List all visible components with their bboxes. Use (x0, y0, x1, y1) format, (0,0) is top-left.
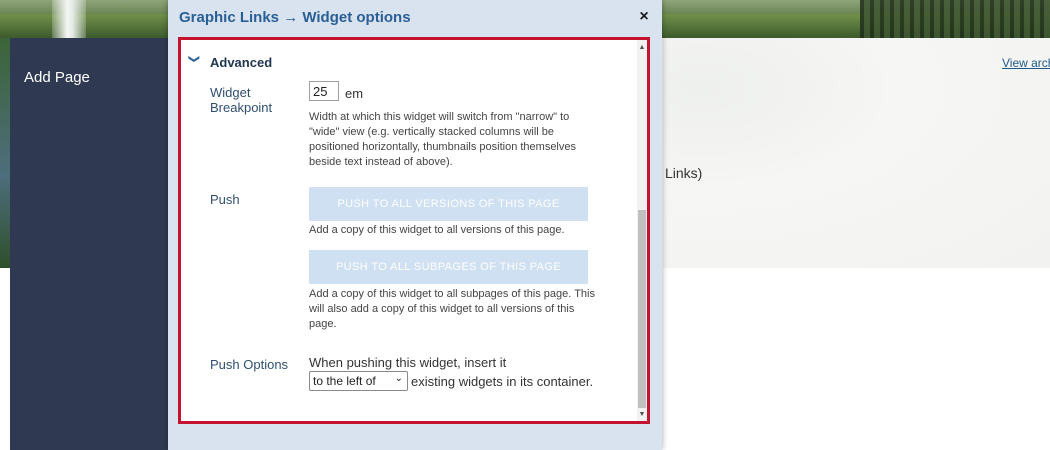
breakpoint-unit: em (345, 86, 364, 101)
push-position-value: to the left of (313, 374, 376, 388)
scrollbar-thumb[interactable] (638, 210, 646, 408)
section-title-advanced[interactable]: Advanced (210, 55, 272, 70)
sidebar: Add Page (10, 38, 168, 450)
page-content-background (663, 38, 1050, 268)
scroll-up-arrow-icon[interactable]: ▲ (637, 42, 647, 54)
banner-fountain (52, 0, 86, 38)
dialog-title: Graphic Links → Widget options (179, 9, 411, 26)
view-archive-link[interactable]: View arch (1002, 56, 1050, 70)
push-options-label: Push Options (210, 357, 289, 372)
scroll-down-arrow-icon[interactable]: ▼ (637, 409, 647, 421)
push-all-versions-button[interactable]: PUSH TO ALL VERSIONS OF THIS PAGE (309, 187, 588, 221)
panel-scrollbar[interactable]: ▲ ▼ (637, 40, 647, 421)
breakpoint-label: Widget Breakpoint (210, 85, 273, 115)
push-options-intro: When pushing this widget, insert it (309, 355, 507, 370)
push-options-suffix: existing widgets in its container. (411, 374, 594, 389)
close-icon[interactable]: × (636, 8, 652, 26)
push-position-select[interactable]: to the left of ⌄ (309, 371, 408, 391)
links-text-fragment: Links) (665, 165, 703, 181)
chevron-down-icon[interactable]: ❯ (188, 54, 200, 64)
advanced-options-panel: ❯ Advanced Widget Breakpoint em Width at… (178, 37, 650, 424)
background-image-strip (0, 38, 10, 268)
breakpoint-input[interactable] (309, 81, 339, 101)
breakpoint-help-text: Width at which this widget will switch f… (309, 111, 576, 168)
chevron-down-icon: ⌄ (394, 373, 403, 384)
push-all-subpages-button[interactable]: PUSH TO ALL SUBPAGES OF THIS PAGE (309, 250, 588, 284)
add-page-link[interactable]: Add Page (24, 69, 90, 86)
push-all-versions-help: Add a copy of this widget to all version… (309, 224, 565, 236)
push-label: Push (210, 192, 240, 207)
widget-options-dialog: Graphic Links → Widget options × ❯ Advan… (168, 0, 662, 450)
banner-trees (860, 0, 1050, 38)
push-all-subpages-help: Add a copy of this widget to all subpage… (309, 288, 595, 330)
